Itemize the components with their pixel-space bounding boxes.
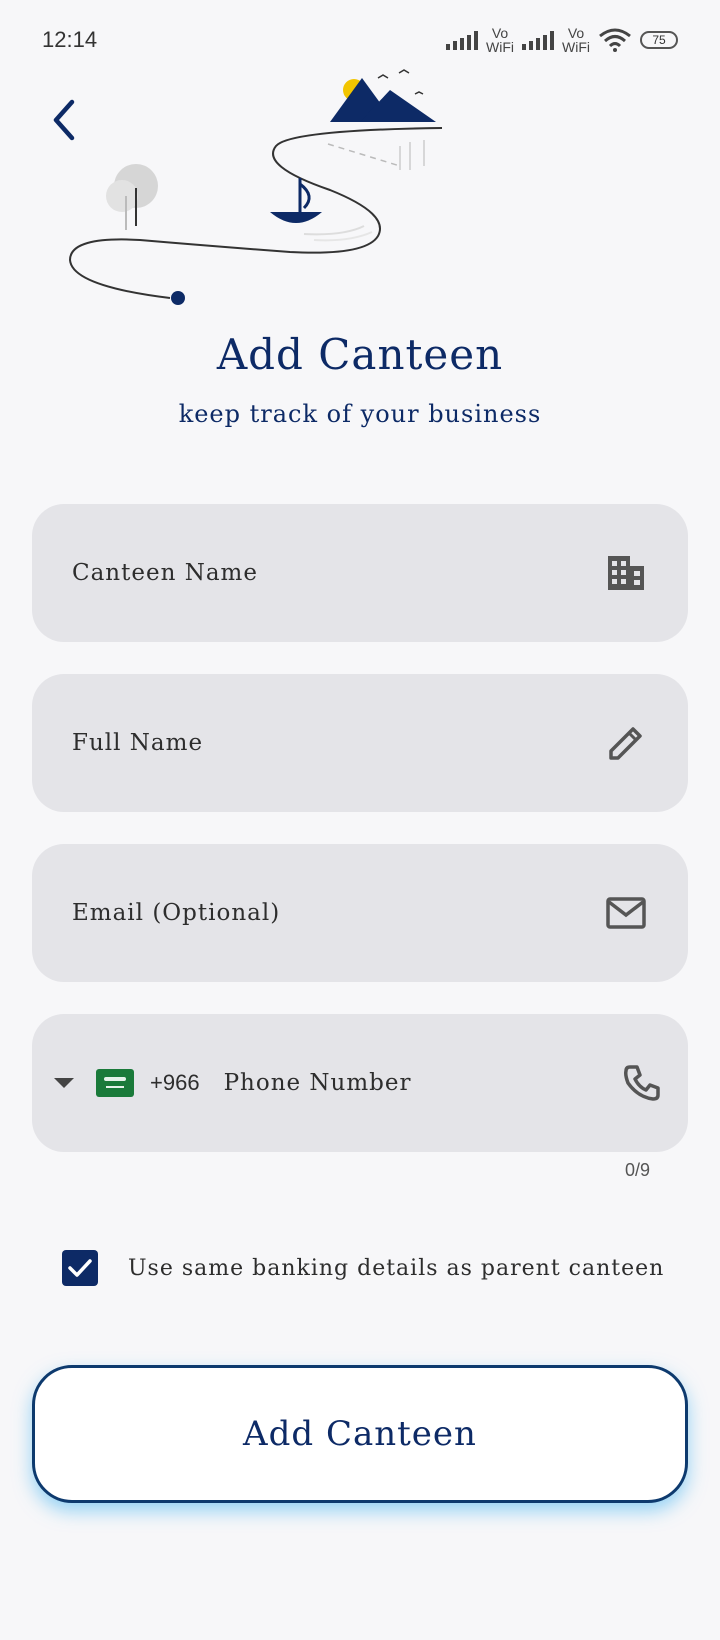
pencil-icon (604, 721, 648, 765)
dial-code[interactable]: +966 (150, 1070, 200, 1096)
signal-icon (522, 30, 554, 50)
same-banking-checkbox[interactable] (62, 1250, 98, 1286)
signal-icon (446, 30, 478, 50)
phone-placeholder: Phone Number (223, 1070, 412, 1096)
phone-field[interactable]: +966 Phone Number (32, 1014, 688, 1152)
check-icon (68, 1259, 92, 1277)
full-name-field[interactable]: Full Name (32, 674, 688, 812)
saudi-flag-icon[interactable] (96, 1069, 134, 1097)
country-dropdown-icon[interactable] (54, 1078, 74, 1088)
full-name-placeholder: Full Name (72, 730, 204, 756)
canteen-name-field[interactable]: Canteen Name (32, 504, 688, 642)
email-field[interactable]: Email (Optional) (32, 844, 688, 982)
vowifi-icon: Vo WiFi (486, 25, 514, 55)
vowifi-icon: Vo WiFi (562, 25, 590, 55)
battery-icon: 75 (640, 31, 678, 49)
phone-char-counter: 0/9 (624, 1160, 650, 1180)
phone-icon (620, 1061, 664, 1105)
building-icon (604, 551, 648, 595)
envelope-icon (604, 891, 648, 935)
page-subtitle: keep track of your business (178, 400, 542, 428)
same-banking-option[interactable]: Use same banking details as parent cante… (62, 1250, 664, 1286)
add-canteen-button[interactable]: Add Canteen (32, 1365, 688, 1503)
same-banking-label: Use same banking details as parent cante… (128, 1255, 665, 1281)
status-icons: Vo WiFi Vo WiFi 75 (446, 26, 678, 54)
email-placeholder: Email (Optional) (72, 900, 281, 926)
page-title: Add Canteen (216, 330, 504, 379)
header-illustration (68, 69, 443, 305)
wifi-icon (599, 28, 631, 52)
canteen-name-placeholder: Canteen Name (72, 560, 258, 586)
status-time: 12:14 (42, 27, 98, 52)
